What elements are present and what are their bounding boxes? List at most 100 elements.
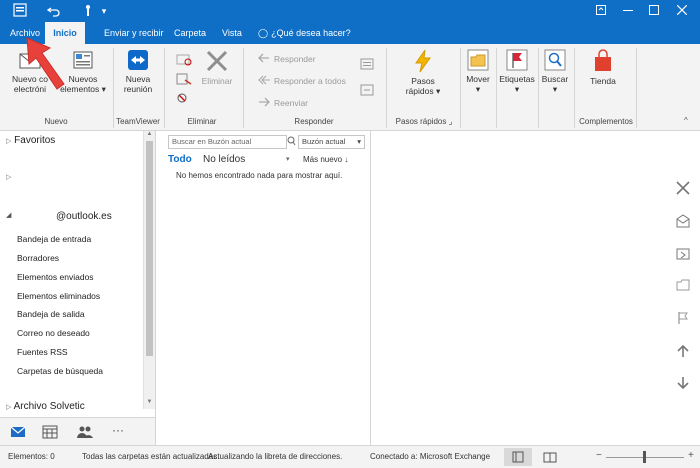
folder-pane: ▷ Favoritos ▷ ◢ @outlook.es Bandeja de e… xyxy=(0,131,156,417)
tab-vista[interactable]: Vista xyxy=(216,22,248,44)
group-label-complementos: Complementos xyxy=(579,117,633,126)
store-label: Tienda xyxy=(590,76,616,86)
arrow-down-icon[interactable] xyxy=(676,376,690,390)
new-meeting-label-1: Nueva xyxy=(125,74,151,84)
folder-correo-no-deseado[interactable]: Correo no deseado xyxy=(17,328,90,338)
meeting-reply-icon[interactable] xyxy=(360,58,374,70)
clean-up-icon[interactable] xyxy=(176,72,194,86)
folder-fuentes-rss[interactable]: Fuentes RSS xyxy=(17,347,68,357)
zoom-out-icon[interactable]: − xyxy=(596,450,602,461)
folder-scrollbar[interactable]: ▲ ▼ xyxy=(143,131,155,409)
folder-carpetas-busqueda[interactable]: Carpetas de búsqueda xyxy=(17,366,103,376)
tags-button[interactable]: Etiquetas ▾ xyxy=(498,49,536,94)
sort-order[interactable]: Más nuevo ↓ xyxy=(303,155,348,164)
reply-all-label: Responder a todos xyxy=(274,76,346,86)
favorites-label: Favoritos xyxy=(14,135,56,146)
scroll-thumb[interactable] xyxy=(146,141,153,356)
reply-label: Responder xyxy=(274,54,316,64)
scroll-up-icon[interactable]: ▲ xyxy=(144,131,155,139)
folder-enviados[interactable]: Elementos enviados xyxy=(17,272,94,282)
arrow-down-icon: ↓ xyxy=(344,155,349,164)
status-updated: Todas las carpetas están actualizadas. xyxy=(82,452,220,461)
find-button[interactable]: Buscar ▾ xyxy=(540,49,570,94)
folder-borradores[interactable]: Borradores xyxy=(17,253,59,263)
more-respond-icon[interactable] xyxy=(360,84,374,96)
chevron-down-icon: ▾ xyxy=(435,86,441,96)
favorites-header[interactable]: ▷ Favoritos xyxy=(6,135,55,146)
open-envelope-icon[interactable] xyxy=(676,213,690,228)
folder-icon[interactable] xyxy=(676,278,690,292)
tags-label: Etiquetas xyxy=(499,74,535,84)
forward-icon xyxy=(258,97,270,107)
folder-bandeja-salida[interactable]: Bandeja de salida xyxy=(17,309,85,319)
ribbon-separator xyxy=(243,48,244,128)
zoom-slider-thumb[interactable] xyxy=(643,451,646,463)
quick-steps-label-1: Pasos xyxy=(411,76,435,86)
search-input[interactable]: Buscar en Buzón actual xyxy=(168,135,287,149)
ignore-icon[interactable] xyxy=(176,52,192,66)
touch-mode-icon[interactable] xyxy=(80,3,96,19)
archive-header[interactable]: ▷ Archivo Solvetic xyxy=(6,401,85,412)
navigation-bar: ··· xyxy=(0,417,156,446)
collapse-ribbon-icon[interactable]: ^ xyxy=(684,116,688,125)
normal-view-button[interactable] xyxy=(504,448,532,466)
customize-toolbar-icon[interactable]: ▾ xyxy=(96,3,112,19)
folder-eliminados[interactable]: Elementos eliminados xyxy=(17,291,100,301)
chevron-down-icon[interactable]: ▾ xyxy=(286,155,290,163)
status-updating: Actualizando la libreta de direcciones. xyxy=(208,452,343,461)
store-button[interactable]: Tienda xyxy=(580,49,626,86)
new-items-icon xyxy=(70,49,96,71)
tell-me-box[interactable]: ◯ ¿Qué desea hacer? xyxy=(254,22,357,44)
ribbon-separator xyxy=(460,48,461,128)
empty-message: No hemos encontrado nada para mostrar aq… xyxy=(176,171,343,180)
undo-icon[interactable] xyxy=(46,3,62,19)
account-name[interactable]: @outlook.es xyxy=(56,211,112,222)
new-meeting-button[interactable]: Nueva reunión xyxy=(116,49,160,94)
calendar-icon[interactable] xyxy=(42,425,58,439)
tab-carpeta[interactable]: Carpeta xyxy=(168,22,212,44)
outlook-app-icon[interactable] xyxy=(12,3,28,19)
item-count: Elementos: 0 xyxy=(8,452,55,461)
forward-button[interactable]: Reenviar xyxy=(258,96,308,110)
chevron-down-icon: ▾ xyxy=(357,137,361,146)
more-options-icon[interactable]: ··· xyxy=(112,424,128,439)
delete-label: Eliminar xyxy=(201,76,233,86)
folder-bandeja-entrada[interactable]: Bandeja de entrada xyxy=(17,234,91,244)
quick-steps-button[interactable]: Pasos rápidos ▾ xyxy=(398,49,448,96)
delete-x-icon xyxy=(205,49,229,73)
reply-all-button[interactable]: Responder a todos xyxy=(258,74,346,88)
delete-button[interactable]: Eliminar xyxy=(198,49,236,86)
junk-icon[interactable] xyxy=(176,92,194,106)
zoom-in-icon[interactable]: + xyxy=(688,450,694,461)
chevron-right-icon[interactable]: ▷ xyxy=(6,173,11,181)
arrow-up-icon[interactable] xyxy=(676,344,690,358)
move-button[interactable]: Mover ▾ xyxy=(462,49,494,94)
close-button[interactable] xyxy=(664,0,700,22)
group-label-nuevo: Nuevo xyxy=(44,117,68,126)
find-label: Buscar xyxy=(541,74,569,84)
close-icon[interactable] xyxy=(676,181,690,195)
reply-button[interactable]: Responder xyxy=(258,52,316,66)
status-bar: Elementos: 0 Todas las carpetas están ac… xyxy=(0,445,700,468)
status-connected: Conectado a: Microsoft Exchange xyxy=(370,452,491,461)
reply-all-icon xyxy=(258,75,270,85)
message-list: Buscar en Buzón actual Buzón actual ▾ To… xyxy=(156,131,371,445)
sort-label: Más nuevo xyxy=(303,155,343,164)
scroll-down-icon[interactable]: ▼ xyxy=(144,399,155,407)
search-scope-dropdown[interactable]: Buzón actual ▾ xyxy=(298,135,365,149)
ribbon-separator xyxy=(386,48,387,128)
search-icon[interactable] xyxy=(286,135,296,149)
envelope-arrow-icon[interactable] xyxy=(676,246,690,260)
people-icon[interactable] xyxy=(76,425,93,439)
mail-icon[interactable] xyxy=(10,425,26,439)
ribbon-separator xyxy=(164,48,165,128)
flag-icon[interactable] xyxy=(676,311,690,325)
reading-view-button[interactable] xyxy=(536,448,564,466)
dialog-launcher-icon[interactable]: ⌟ xyxy=(449,117,453,126)
filter-unread[interactable]: No leídos xyxy=(203,154,245,165)
tab-enviar-recibir[interactable]: Enviar y recibir xyxy=(98,22,170,44)
move-folder-icon xyxy=(467,49,489,71)
chevron-down-icon[interactable]: ◢ xyxy=(6,211,11,219)
filter-all[interactable]: Todo xyxy=(168,154,192,165)
pointer-arrow-icon xyxy=(26,37,65,90)
